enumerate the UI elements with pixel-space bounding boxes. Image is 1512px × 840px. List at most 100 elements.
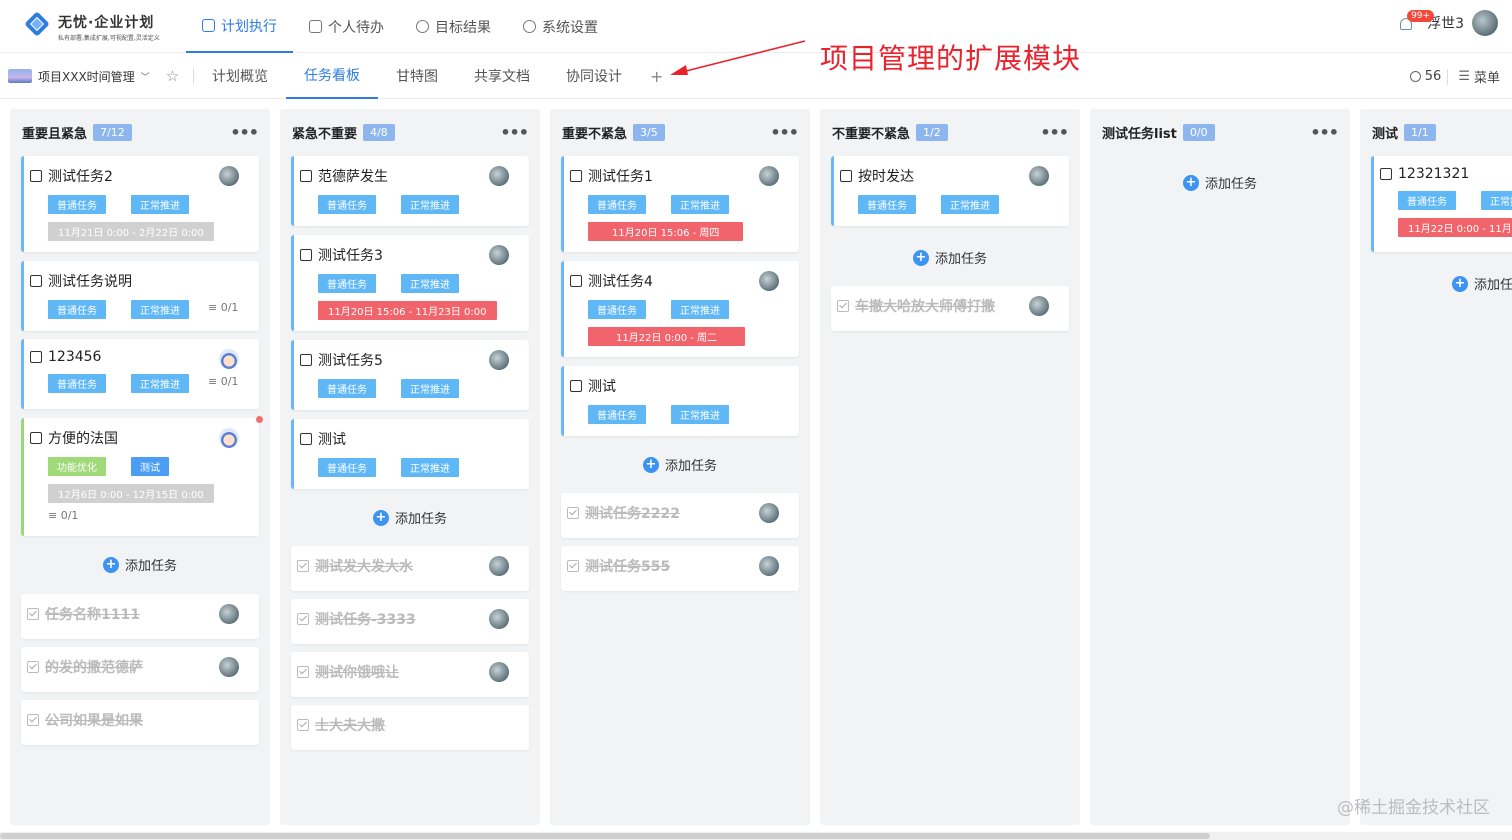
task-checkbox-checked[interactable] <box>27 661 39 673</box>
task-checkbox[interactable] <box>30 432 42 444</box>
completed-task-card[interactable]: 公司如果是如果 <box>21 700 259 745</box>
more-icon[interactable]: ••• <box>500 123 529 142</box>
task-checkbox-checked[interactable] <box>27 714 39 726</box>
nav-system-settings[interactable]: 系统设置 <box>507 0 614 53</box>
completed-task-card[interactable]: 测试任务555 <box>561 546 799 591</box>
assignee-avatar[interactable] <box>219 349 239 369</box>
task-card[interactable]: 按时发达 普通任务 正常推进 <box>831 156 1069 226</box>
task-card[interactable]: 测试任务说明 普通任务 正常推进 ≡ 0/1 <box>21 261 259 331</box>
task-card[interactable]: 123456 普通任务 正常推进 ≡ 0/1 <box>21 339 259 409</box>
task-checkbox-checked[interactable] <box>837 300 849 312</box>
tab-gantt[interactable]: 甘特图 <box>378 53 456 99</box>
task-checkbox[interactable] <box>570 275 582 287</box>
completed-task-card[interactable]: 测试任务2222 <box>561 493 799 538</box>
column-count: 1/1 <box>1404 123 1436 141</box>
task-checkbox[interactable] <box>570 170 582 182</box>
task-card[interactable]: 范德萨发生 普通任务 正常推进 <box>291 156 529 226</box>
tab-plan-overview[interactable]: 计划概览 <box>194 53 286 99</box>
add-task-button[interactable]: + 添加任务 <box>550 455 810 474</box>
assignee-avatar[interactable] <box>489 245 509 265</box>
tab-shared-docs[interactable]: 共享文档 <box>456 53 548 99</box>
task-card[interactable]: 测试任务5 普通任务 正常推进 <box>291 340 529 410</box>
assignee-avatar[interactable] <box>759 556 779 576</box>
task-checkbox-checked[interactable] <box>567 560 579 572</box>
menu-button[interactable]: 菜单 <box>1474 67 1500 86</box>
task-title: 123456 <box>48 349 102 365</box>
tab-task-board[interactable]: 任务看板 <box>286 53 378 99</box>
annotation-arrow <box>670 40 806 75</box>
nav-goal-results[interactable]: 目标结果 <box>400 0 507 53</box>
assignee-avatar[interactable] <box>489 350 509 370</box>
add-task-button[interactable]: + 添加任务 <box>280 508 540 527</box>
assignee-avatar[interactable] <box>489 556 509 576</box>
task-checkbox-checked[interactable] <box>297 613 309 625</box>
task-card[interactable]: 测试任务2 普通任务 正常推进 11月21日 0:00 - 2月22日 0:00 <box>21 156 259 252</box>
task-checkbox[interactable] <box>1380 168 1392 180</box>
task-type-tag: 普通任务 <box>318 274 376 293</box>
task-type-tag: 普通任务 <box>318 379 376 398</box>
horizontal-scrollbar[interactable] <box>0 832 1512 840</box>
assignee-avatar[interactable] <box>759 166 779 186</box>
task-checkbox[interactable] <box>30 351 42 363</box>
assignee-avatar[interactable] <box>489 166 509 186</box>
assignee-avatar[interactable] <box>489 609 509 629</box>
task-checkbox-checked[interactable] <box>297 719 309 731</box>
user-avatar[interactable] <box>1472 10 1498 36</box>
notification-bell[interactable]: 99+ <box>1397 10 1435 32</box>
completed-task-card[interactable]: 士大夫大撒 <box>291 705 529 750</box>
task-checkbox[interactable] <box>30 170 42 182</box>
task-checkbox[interactable] <box>300 433 312 445</box>
nav-personal-todo[interactable]: 个人待办 <box>293 0 400 53</box>
task-checkbox[interactable] <box>840 170 852 182</box>
task-checkbox[interactable] <box>300 249 312 261</box>
nav-plan-execution[interactable]: 计划执行 <box>186 0 293 53</box>
task-card[interactable]: 测试任务1 普通任务 正常推进 11月20日 15:06 - 周四 <box>561 156 799 252</box>
task-card[interactable]: 测试 普通任务 正常推进 <box>291 419 529 489</box>
more-icon[interactable]: ••• <box>230 123 259 142</box>
add-task-button[interactable]: + 添加任务 <box>1360 274 1512 293</box>
scrollbar-thumb[interactable] <box>0 833 1210 839</box>
assignee-avatar[interactable] <box>1029 166 1049 186</box>
assignee-avatar[interactable] <box>219 604 239 624</box>
completed-task-card[interactable]: 车撤大哈放大师傅打撒 <box>831 286 1069 331</box>
completed-task-card[interactable]: 测试任务-3333 <box>291 599 529 644</box>
task-date-range: 11月22日 0:00 - 周二 <box>588 327 746 346</box>
completed-task-card[interactable]: 任务名称1111 <box>21 594 259 639</box>
project-selector[interactable]: 项目XXX时间管理 ﹀ ☆ <box>8 67 195 85</box>
member-count[interactable]: 56 <box>1425 69 1442 84</box>
task-checkbox-checked[interactable] <box>297 560 309 572</box>
assignee-avatar[interactable] <box>489 662 509 682</box>
task-checkbox-checked[interactable] <box>567 507 579 519</box>
add-task-button[interactable]: + 添加任务 <box>10 555 270 574</box>
add-task-button[interactable]: + 添加任务 <box>1090 173 1350 192</box>
task-checkbox-checked[interactable] <box>297 666 309 678</box>
assignee-avatar[interactable] <box>1029 296 1049 316</box>
task-card[interactable]: 测试 普通任务 正常推进 <box>561 366 799 436</box>
tab-collab-design[interactable]: 协同设计 <box>548 53 640 99</box>
task-checkbox[interactable] <box>300 170 312 182</box>
more-icon[interactable]: ••• <box>1310 123 1339 142</box>
task-card[interactable]: 测试任务4 普通任务 正常推进 11月22日 0:00 - 周二 <box>561 261 799 357</box>
assignee-avatar[interactable] <box>219 166 239 186</box>
add-task-label: 添加任务 <box>1474 278 1512 293</box>
task-checkbox-checked[interactable] <box>27 608 39 620</box>
assignee-avatar[interactable] <box>219 657 239 677</box>
completed-task-card[interactable]: 测试发大发大水 <box>291 546 529 591</box>
completed-task-card[interactable]: 的发的撒范德萨 <box>21 647 259 692</box>
task-checkbox[interactable] <box>30 275 42 287</box>
completed-task-card[interactable]: 测试你饿哦让 <box>291 652 529 697</box>
assignee-avatar[interactable] <box>219 428 239 448</box>
task-card[interactable]: 方便的法国 功能优化 测试 12月6日 0:00 - 12月15日 0:00 ≡ … <box>21 416 263 536</box>
app-logo[interactable]: 无忧·企业计划 私有部署,集成扩展,可视配置,灵活定义 <box>24 11 160 42</box>
column-header: 测试 1/1 <box>1360 109 1512 155</box>
add-task-button[interactable]: + 添加任务 <box>820 248 1080 267</box>
task-card[interactable]: 测试任务3 普通任务 正常推进 11月20日 15:06 - 11月23日 0:0… <box>291 235 529 331</box>
more-icon[interactable]: ••• <box>770 123 799 142</box>
star-icon[interactable]: ☆ <box>166 67 179 85</box>
task-checkbox[interactable] <box>570 380 582 392</box>
more-icon[interactable]: ••• <box>1040 123 1069 142</box>
task-checkbox[interactable] <box>300 354 312 366</box>
assignee-avatar[interactable] <box>759 271 779 291</box>
task-card[interactable]: 12321321 普通任务 正常推进 11月22日 0:00 - 11月 <box>1371 156 1512 252</box>
assignee-avatar[interactable] <box>759 503 779 523</box>
